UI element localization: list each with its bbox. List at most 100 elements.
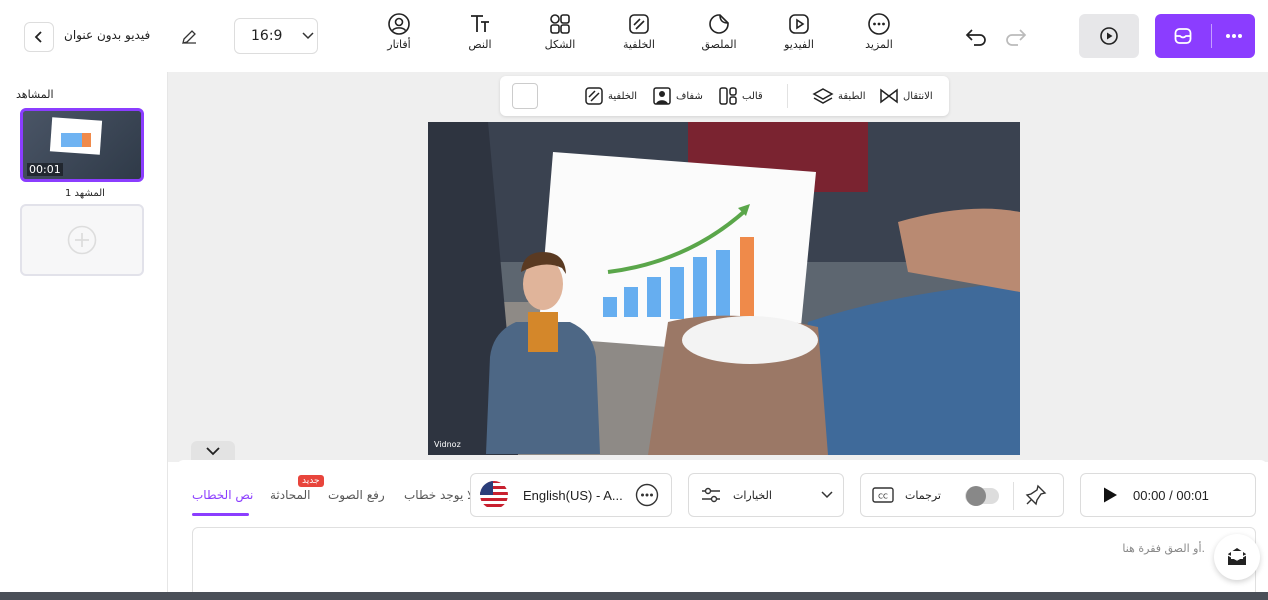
play-icon[interactable] <box>1101 486 1119 504</box>
tab-upload-audio[interactable]: رفع الصوت <box>328 488 385 502</box>
inbox-icon <box>1174 28 1192 44</box>
sliders-icon <box>702 487 720 503</box>
undo-icon <box>965 29 986 46</box>
collapse-panel-button[interactable] <box>191 441 235 461</box>
script-placeholder: أو الصق فقرة هنا. <box>1122 542 1205 555</box>
tool-shape-label: الشكل <box>544 38 576 51</box>
context-toolbar: الخلفية شفاف قالب الطبقة الانتقال <box>500 76 949 116</box>
chevron-down-icon <box>206 446 220 455</box>
export-button-group <box>1155 14 1255 58</box>
plus-circle-icon <box>67 225 97 255</box>
sticker-icon <box>709 14 729 34</box>
scene-duration: 00:01 <box>27 163 63 176</box>
back-button[interactable] <box>24 22 54 52</box>
ellipsis-icon <box>1225 34 1242 38</box>
tool-avatar-label: أفاتار <box>387 38 411 51</box>
tool-background-label: الخلفية <box>623 38 655 51</box>
svg-text:CC: CC <box>878 493 888 501</box>
preview-button[interactable] <box>1079 14 1139 58</box>
play-circle-icon <box>1100 27 1118 45</box>
redo-icon <box>1006 29 1027 46</box>
subtitles-divider <box>1013 482 1014 510</box>
tool-text-label: النص <box>468 38 492 51</box>
closed-captions-icon: CC <box>872 487 894 503</box>
video-icon <box>789 14 809 34</box>
options-select[interactable]: الخيارات <box>688 473 844 517</box>
options-label: الخيارات <box>733 488 772 502</box>
more-icon <box>868 13 890 35</box>
toggle-knob <box>966 486 986 506</box>
toolbar-background-button[interactable]: الخلفية <box>584 84 637 108</box>
scenes-title: المشاهد <box>16 88 54 101</box>
undo-button[interactable] <box>962 24 990 50</box>
tool-sticker[interactable]: الملصق <box>689 12 749 56</box>
toolbar-background-label: الخلفية <box>608 90 638 102</box>
subtitles-control: ترجمات CC <box>860 473 1064 517</box>
language-value: English(US) - A... <box>523 487 623 503</box>
tool-video-label: الفيديو <box>784 38 814 51</box>
tool-text[interactable]: النص <box>450 12 510 56</box>
tool-avatar[interactable]: أفاتار <box>369 12 429 56</box>
scene-thumbnail[interactable]: 00:01 <box>20 108 144 182</box>
tab-no-speech[interactable]: لا يوجد خطاب <box>404 488 474 502</box>
toolbar-transparent-label: شفاف <box>676 90 703 102</box>
thumbnail-bars <box>61 133 91 147</box>
chevron-down-icon <box>821 491 833 499</box>
export-button[interactable] <box>1155 14 1211 58</box>
shape-icon <box>550 14 570 34</box>
toolbar-transparent-button[interactable]: شفاف <box>652 84 703 108</box>
tool-sticker-label: الملصق <box>701 38 737 51</box>
top-bar: فيديو بدون عنوان 16:9 أفاتار النص الشكل … <box>0 0 1268 72</box>
scene-canvas[interactable]: Vidnoz <box>428 122 1020 455</box>
chevron-down-icon <box>302 32 314 40</box>
transparent-person-icon <box>653 87 671 105</box>
rename-button[interactable] <box>178 26 200 48</box>
subtitles-toggle[interactable] <box>965 486 999 506</box>
script-input[interactable]: أو الصق فقرة هنا. <box>192 527 1256 600</box>
export-more-button[interactable] <box>1212 14 1255 58</box>
tool-video[interactable]: الفيديو <box>769 12 829 56</box>
toolbar-layer-label: الطبقة <box>838 90 866 102</box>
tool-more-label: المزيد <box>865 38 893 51</box>
tab-conversation[interactable]: المحادثة <box>270 488 310 502</box>
add-scene-button[interactable] <box>20 204 144 276</box>
project-title[interactable]: فيديو بدون عنوان <box>64 28 150 42</box>
color-swatch[interactable] <box>512 83 538 109</box>
tool-more[interactable]: المزيد <box>849 12 909 56</box>
pin-icon[interactable] <box>1025 484 1047 506</box>
bottom-scrollbar[interactable] <box>0 592 1268 600</box>
playback-control: 00:00 / 00:01 <box>1080 473 1256 517</box>
pencil-icon <box>182 30 196 44</box>
transition-icon <box>880 88 898 104</box>
subtitles-label: ترجمات <box>905 488 941 502</box>
avatar-icon <box>388 13 410 35</box>
chevron-left-icon <box>34 31 42 43</box>
redo-button[interactable] <box>1002 24 1030 50</box>
toolbar-transition-label: الانتقال <box>903 90 933 102</box>
us-flag-icon <box>480 481 508 509</box>
toolbar-template-button[interactable]: قالب <box>718 84 763 108</box>
layers-icon <box>812 88 834 104</box>
toolbar-template-label: قالب <box>742 90 763 102</box>
watermark-text: Vidnoz <box>434 440 461 449</box>
tool-background[interactable]: الخلفية <box>609 12 669 56</box>
template-icon <box>719 87 737 105</box>
aspect-ratio-select[interactable]: 16:9 <box>234 18 318 54</box>
new-badge: جديد <box>298 475 324 487</box>
tool-shape[interactable]: الشكل <box>530 12 590 56</box>
message-button[interactable] <box>1214 534 1260 580</box>
active-tab-indicator <box>192 513 249 516</box>
toolbar-divider <box>787 84 788 108</box>
background-icon <box>585 87 603 105</box>
scenes-sidebar: المشاهد 00:01 المشهد 1 <box>0 72 168 600</box>
more-icon <box>635 483 659 507</box>
aspect-ratio-value: 16:9 <box>251 28 283 44</box>
mail-icon <box>1227 548 1247 565</box>
text-icon <box>471 15 489 32</box>
time-display: 00:00 / 00:01 <box>1133 487 1209 503</box>
toolbar-transition-button[interactable]: الانتقال <box>879 84 933 108</box>
scene-label: المشهد 1 <box>65 188 105 199</box>
tab-speech-script[interactable]: نص الخطاب <box>192 488 253 502</box>
toolbar-layer-button[interactable]: الطبقة <box>812 84 865 108</box>
language-select[interactable]: English(US) - A... <box>470 473 672 517</box>
